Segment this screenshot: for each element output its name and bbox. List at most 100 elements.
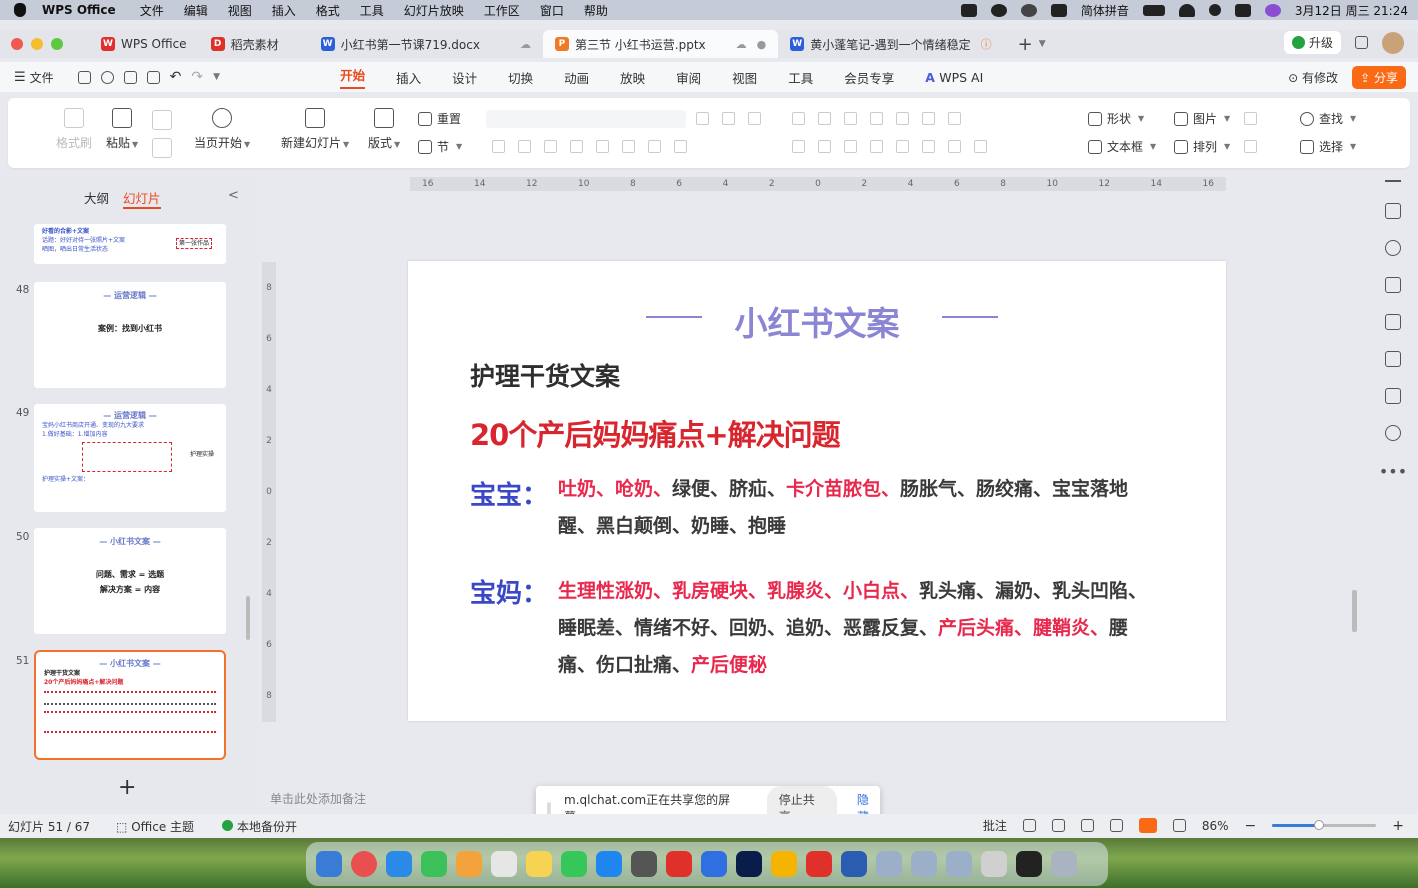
dock-app-icon[interactable] bbox=[526, 851, 552, 877]
presenter-icon[interactable] bbox=[1109, 819, 1123, 832]
distribute-icon[interactable] bbox=[896, 140, 909, 153]
wps-ai-button[interactable]: A WPS AI bbox=[925, 70, 983, 85]
dock-app-icon[interactable] bbox=[981, 851, 1007, 877]
dock-app-icon[interactable] bbox=[631, 851, 657, 877]
paste-button[interactable]: 粘贴 ▼ bbox=[106, 108, 138, 151]
line-spacing-icon[interactable] bbox=[948, 140, 961, 153]
tab-insert[interactable]: 插入 bbox=[396, 68, 421, 87]
more-chevron-icon[interactable]: ▼ bbox=[213, 72, 220, 82]
minimize-window-icon[interactable] bbox=[31, 38, 43, 50]
dock-app-icon[interactable] bbox=[701, 851, 727, 877]
tab-docx[interactable]: W 小红书第一节课719.docx ☁ bbox=[291, 30, 543, 58]
outline-color-icon[interactable] bbox=[1244, 140, 1257, 153]
menu-view[interactable]: 视图 bbox=[228, 2, 252, 19]
normal-view-icon[interactable] bbox=[1022, 819, 1036, 832]
undo-icon[interactable]: ↶ bbox=[170, 69, 182, 85]
vertical-align-icon[interactable] bbox=[922, 140, 935, 153]
tab-view[interactable]: 视图 bbox=[732, 68, 757, 87]
avatar[interactable] bbox=[1382, 31, 1404, 54]
fit-window-icon[interactable] bbox=[1172, 819, 1186, 832]
find-button[interactable]: 查找 ▼ bbox=[1300, 110, 1356, 127]
notes-placeholder[interactable]: 单击此处添加备注 bbox=[270, 790, 366, 807]
tools-icon[interactable] bbox=[1385, 314, 1401, 330]
app-menu[interactable]: WPS Office bbox=[42, 3, 116, 17]
align-left-icon[interactable] bbox=[792, 140, 805, 153]
picture-button[interactable]: 图片 ▼ bbox=[1174, 110, 1230, 127]
zoom-level[interactable]: 86% bbox=[1202, 819, 1229, 833]
zoom-slider[interactable] bbox=[1272, 820, 1377, 830]
reading-view-icon[interactable] bbox=[1080, 819, 1094, 832]
save-icon[interactable] bbox=[77, 70, 91, 84]
input-method-icon[interactable] bbox=[1050, 3, 1067, 17]
dock-app-icon[interactable] bbox=[351, 851, 377, 877]
para-settings-icon[interactable] bbox=[974, 140, 987, 153]
siri-icon[interactable] bbox=[1264, 3, 1281, 17]
tab-slides[interactable]: 幻灯片 bbox=[123, 188, 161, 209]
print-icon[interactable] bbox=[123, 70, 137, 84]
tab-list-chevron-icon[interactable]: ▼ bbox=[1039, 39, 1046, 49]
tab-transitions[interactable]: 切换 bbox=[508, 68, 533, 87]
comments-button[interactable]: 批注 bbox=[983, 817, 1007, 834]
tab-member[interactable]: 会员专享 bbox=[844, 68, 894, 87]
share-button[interactable]: ⇪ 分享 bbox=[1352, 66, 1406, 89]
tab-pptx[interactable]: P 第三节 小红书运营.pptx ☁ ● bbox=[542, 30, 779, 58]
dock-app-icon[interactable] bbox=[421, 851, 447, 877]
baby-paragraph[interactable]: 吐奶、呛奶、绿便、脐疝、卡介苗脓包、肠胀气、肠绞痛、宝宝落地醒、黑白颠倒、奶睡、… bbox=[558, 471, 1148, 545]
slide-thumbnail[interactable]: — 小红书文案 — 问题、需求 = 选题 解决方案 = 内容 bbox=[34, 528, 226, 634]
wps-status-icon[interactable] bbox=[960, 3, 977, 17]
zoom-window-icon[interactable] bbox=[51, 38, 63, 50]
dock-app-icon[interactable] bbox=[456, 851, 482, 877]
tab-home[interactable]: 开始 bbox=[340, 65, 366, 89]
upgrade-button[interactable]: 升级 bbox=[1283, 31, 1341, 54]
shadow-icon[interactable] bbox=[596, 140, 609, 153]
select-button[interactable]: 选择 ▼ bbox=[1300, 138, 1356, 155]
font-name-select[interactable] bbox=[486, 110, 686, 128]
menu-insert[interactable]: 插入 bbox=[272, 2, 296, 19]
shape-button[interactable]: 形状 ▼ bbox=[1088, 110, 1144, 127]
dock-app-icon[interactable] bbox=[876, 851, 902, 877]
tab-docer-assets[interactable]: D 稻壳素材 bbox=[199, 30, 291, 58]
font-shrink-icon[interactable] bbox=[722, 112, 735, 125]
bullets-icon[interactable] bbox=[792, 112, 805, 125]
dock-app-icon[interactable] bbox=[386, 851, 412, 877]
menu-edit[interactable]: 编辑 bbox=[184, 2, 208, 19]
align-right-icon[interactable] bbox=[844, 140, 857, 153]
clear-format-icon[interactable] bbox=[748, 112, 761, 125]
slide-library-icon[interactable] bbox=[1385, 277, 1401, 293]
collapse-panel-icon[interactable]: < bbox=[228, 188, 239, 203]
tab-animations[interactable]: 动画 bbox=[564, 68, 589, 87]
mom-paragraph[interactable]: 生理性涨奶、乳房硬块、乳腺炎、小白点、乳头痛、漏奶、乳头凹陷、睡眠差、情绪不好、… bbox=[558, 573, 1148, 684]
align-center-icon[interactable] bbox=[818, 140, 831, 153]
font-grow-icon[interactable] bbox=[696, 112, 709, 125]
share-link-icon[interactable] bbox=[100, 70, 114, 84]
reset-button[interactable]: 重置 bbox=[418, 110, 461, 127]
collapse-icon[interactable] bbox=[1385, 180, 1401, 182]
dock-app-icon[interactable] bbox=[1051, 851, 1077, 877]
smartart-icon[interactable] bbox=[948, 112, 961, 125]
arrange-button[interactable]: 排列 ▼ bbox=[1174, 138, 1230, 155]
tab-review[interactable]: 审阅 bbox=[676, 68, 701, 87]
dock-app-icon[interactable] bbox=[946, 851, 972, 877]
indent-icon[interactable] bbox=[870, 112, 883, 125]
layout-button[interactable]: 版式 ▼ bbox=[368, 108, 400, 151]
tab-outline[interactable]: 大纲 bbox=[84, 188, 109, 209]
dock-app-icon[interactable] bbox=[596, 851, 622, 877]
copy-button[interactable] bbox=[152, 138, 172, 164]
search-icon[interactable] bbox=[1208, 4, 1221, 16]
add-slide-icon[interactable]: + bbox=[118, 775, 136, 800]
audio-status-icon[interactable] bbox=[1020, 3, 1037, 17]
ai-assistant-icon[interactable] bbox=[1385, 388, 1401, 404]
baby-label[interactable]: 宝宝： bbox=[470, 475, 548, 512]
text-direction-icon[interactable] bbox=[922, 112, 935, 125]
dock-app-icon[interactable] bbox=[491, 851, 517, 877]
italic-icon[interactable] bbox=[518, 140, 531, 153]
cut-button[interactable] bbox=[152, 110, 172, 136]
numbering-icon[interactable] bbox=[818, 112, 831, 125]
input-method-label[interactable]: 简体拼音 bbox=[1081, 2, 1129, 19]
bold-icon[interactable] bbox=[492, 140, 505, 153]
zoom-in-icon[interactable]: + bbox=[1392, 818, 1404, 834]
theme-button[interactable]: ⬚ Office 主题 bbox=[116, 818, 194, 835]
tab-wps-home[interactable]: W WPS Office bbox=[89, 30, 199, 58]
superscript-icon[interactable] bbox=[622, 140, 635, 153]
play-slideshow-icon[interactable] bbox=[1138, 818, 1157, 833]
